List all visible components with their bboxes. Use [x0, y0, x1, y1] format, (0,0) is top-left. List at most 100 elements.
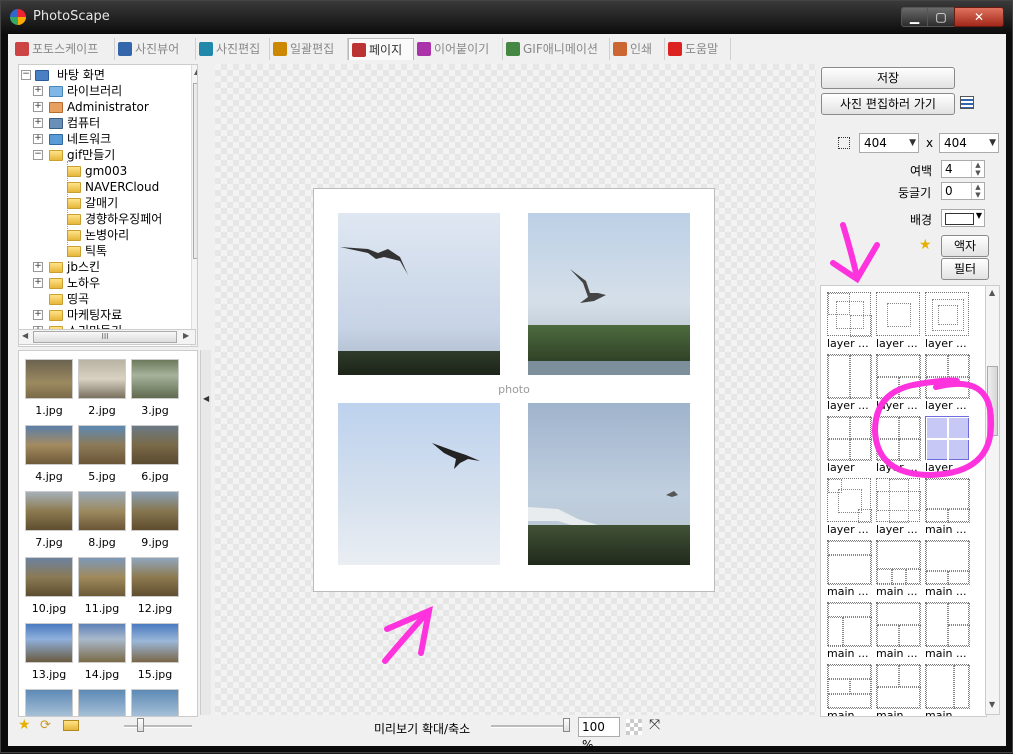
- menu-list-icon[interactable]: [960, 96, 974, 109]
- layout-scroll-thumb[interactable]: [987, 366, 998, 436]
- thumbnail-image[interactable]: [131, 359, 179, 399]
- thumbnail-image[interactable]: [78, 359, 126, 399]
- star-icon[interactable]: ★: [18, 717, 31, 733]
- rounding-spinner[interactable]: 0 ▲ ▼: [941, 182, 985, 200]
- tree-item[interactable]: + Administrator: [19, 99, 189, 115]
- folder-tree[interactable]: ▲ − 바탕 화면 + 라이브러리 + Administrator + 컴퓨터 + 네트워크 − gi…: [18, 64, 198, 347]
- thumbnail-image[interactable]: [25, 491, 73, 531]
- thumbnail-image[interactable]: [78, 689, 126, 716]
- preview-zoom-slider[interactable]: [563, 718, 571, 732]
- layout-template[interactable]: [876, 478, 921, 523]
- tree-item[interactable]: 논병아리: [19, 227, 189, 243]
- layout-template[interactable]: [827, 664, 872, 709]
- tab-5[interactable]: 이어붙이기: [414, 38, 503, 60]
- tree-item[interactable]: 경향하우징페어: [19, 211, 189, 227]
- layout-template-list[interactable]: layer ... layer ... layer ... layer ... laye…: [820, 285, 987, 717]
- layout-template[interactable]: [925, 540, 970, 585]
- spin-arrows-icon[interactable]: ▲ ▼: [971, 161, 984, 177]
- tab-0[interactable]: 포토스케이프: [12, 38, 115, 60]
- photo-slot-4[interactable]: [528, 403, 690, 565]
- panel-splitter[interactable]: ◀: [200, 350, 211, 715]
- maximize-button[interactable]: ▢: [927, 7, 955, 27]
- collapse-icon[interactable]: −: [21, 70, 31, 80]
- tab-6[interactable]: GIF애니메이션: [503, 38, 610, 60]
- thumbnail-image[interactable]: [131, 557, 179, 597]
- tab-1[interactable]: 사진뷰어: [115, 38, 196, 60]
- page-canvas[interactable]: photo: [215, 64, 816, 715]
- tree-hscroll-thumb[interactable]: III: [33, 331, 177, 343]
- tree-item[interactable]: + 라이브러리: [19, 83, 189, 99]
- tree-item[interactable]: + 네트워크: [19, 131, 189, 147]
- tree-vertical-scrollbar[interactable]: ▲: [191, 65, 197, 346]
- collapse-icon[interactable]: −: [33, 150, 43, 160]
- tree-item[interactable]: + 마케팅자료: [19, 307, 189, 323]
- transparency-toggle-icon[interactable]: [626, 719, 642, 735]
- layout-template[interactable]: [827, 416, 872, 461]
- thumbnail-image[interactable]: [78, 491, 126, 531]
- margin-spinner[interactable]: 4 ▲ ▼: [941, 160, 985, 178]
- thumbnail-image[interactable]: [78, 425, 126, 465]
- thumbnail-image[interactable]: [25, 689, 73, 716]
- expand-icon[interactable]: +: [33, 118, 43, 128]
- page-width-select[interactable]: 404 ▼: [859, 133, 919, 153]
- scroll-left-icon[interactable]: ◀: [22, 331, 28, 340]
- tree-item[interactable]: 틱톡: [19, 243, 189, 259]
- tree-item[interactable]: 갈매기: [19, 195, 189, 211]
- photo-slot-3[interactable]: [338, 403, 500, 565]
- thumbnail-image[interactable]: [78, 557, 126, 597]
- tree-item[interactable]: − gif만들기: [19, 147, 189, 163]
- tab-3[interactable]: 일괄편집: [270, 38, 348, 60]
- expand-icon[interactable]: +: [33, 134, 43, 144]
- layout-template[interactable]: [925, 292, 969, 336]
- scroll-up-icon[interactable]: ▲: [989, 288, 995, 297]
- layout-template[interactable]: [876, 416, 921, 461]
- refresh-icon[interactable]: ⟳: [40, 718, 51, 733]
- go-to-editor-button[interactable]: 사진 편집하러 가기: [821, 93, 955, 115]
- layout-template[interactable]: [827, 540, 872, 585]
- tree-item[interactable]: + jb스킨: [19, 259, 189, 275]
- collapse-left-icon[interactable]: ◀: [203, 394, 209, 403]
- layout-template[interactable]: [876, 292, 920, 336]
- layout-template[interactable]: [876, 602, 921, 647]
- layout-template[interactable]: [925, 602, 970, 647]
- filter-button[interactable]: 필터: [941, 258, 989, 280]
- photo-slot-2[interactable]: [528, 213, 690, 375]
- thumbnail-image[interactable]: [131, 491, 179, 531]
- layout-template[interactable]: [925, 416, 970, 461]
- layout-template[interactable]: [827, 292, 872, 337]
- scroll-up-icon[interactable]: ▲: [194, 67, 197, 76]
- thumbnail-image[interactable]: [131, 623, 179, 663]
- tab-8[interactable]: 도움말: [665, 38, 731, 60]
- thumbnail-image[interactable]: [131, 425, 179, 465]
- thumbnail-image[interactable]: [78, 623, 126, 663]
- page-preview[interactable]: photo: [313, 188, 715, 592]
- layout-template[interactable]: [827, 478, 872, 523]
- tab-7[interactable]: 인쇄: [610, 38, 665, 60]
- expand-icon[interactable]: +: [33, 278, 43, 288]
- star-favorite-icon[interactable]: ★: [919, 237, 932, 253]
- save-button[interactable]: 저장: [821, 67, 955, 89]
- expand-icon[interactable]: +: [33, 102, 43, 112]
- layout-template[interactable]: [827, 602, 872, 647]
- thumbnail-image[interactable]: [25, 425, 73, 465]
- thumbnail-size-slider[interactable]: [137, 718, 144, 732]
- thumbnail-image[interactable]: [25, 359, 73, 399]
- preview-zoom-track[interactable]: [491, 725, 569, 728]
- tab-4[interactable]: 페이지: [348, 38, 414, 60]
- thumbnail-size-track[interactable]: [124, 725, 192, 728]
- layout-template[interactable]: [925, 478, 970, 523]
- tree-horizontal-scrollbar[interactable]: ◀ III ▶: [18, 329, 196, 345]
- layout-template[interactable]: [876, 664, 921, 709]
- open-folder-icon[interactable]: [63, 720, 79, 731]
- thumbnail-scrollbar[interactable]: ▲ ▼: [197, 351, 198, 716]
- thumbnail-image[interactable]: [131, 689, 179, 716]
- tree-scroll-thumb[interactable]: [193, 83, 197, 259]
- tree-item[interactable]: + 노하우: [19, 275, 189, 291]
- zoom-value-field[interactable]: 100 %: [578, 717, 620, 752]
- layout-template[interactable]: [827, 354, 872, 399]
- expand-icon[interactable]: +: [33, 262, 43, 272]
- scroll-down-icon[interactable]: ▼: [989, 700, 995, 709]
- thumbnail-image[interactable]: [25, 623, 73, 663]
- fit-to-window-icon[interactable]: ⤧: [649, 717, 660, 733]
- close-button[interactable]: ✕: [954, 7, 1004, 27]
